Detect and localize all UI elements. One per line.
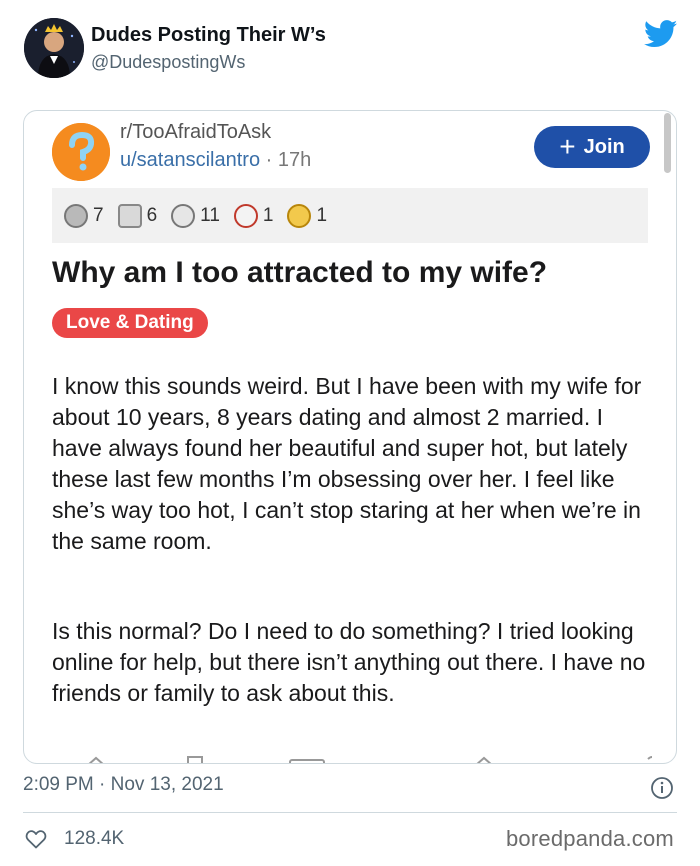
awards-bar[interactable]: 7 6 11 1 1 — [52, 188, 648, 243]
wholesome-award-icon — [171, 203, 196, 228]
avatar[interactable] — [24, 18, 84, 78]
post-body-paragraph: Is this normal? Do I need to do somethin… — [52, 618, 646, 706]
post-flair[interactable]: Love & Dating — [52, 308, 208, 338]
embedded-image[interactable]: r/TooAfraidToAsk u/satanscilantro · 17h … — [23, 110, 677, 764]
author-name[interactable]: Dudes Posting Their W’s — [91, 24, 326, 47]
action-bar-cropped — [88, 756, 652, 763]
like-count[interactable]: 128.4K — [64, 828, 124, 850]
award-count: 1 — [262, 204, 274, 226]
username-link[interactable]: u/satanscilantro — [120, 149, 260, 171]
author-handle[interactable]: @DudespostingWs — [91, 52, 245, 73]
reddit-post: r/TooAfraidToAsk u/satanscilantro · 17h … — [24, 111, 676, 763]
post-age: 17h — [277, 149, 312, 171]
award-item: 7 — [64, 203, 104, 228]
helpful-award-icon — [117, 203, 142, 228]
award-count: 1 — [316, 204, 328, 226]
info-icon[interactable] — [650, 776, 674, 800]
join-label: Join — [583, 135, 625, 158]
tweet-card: Dudes Posting Their W’s @DudespostingWs … — [0, 0, 700, 866]
subreddit-icon — [52, 123, 110, 181]
award-count: 11 — [200, 204, 220, 226]
post-title[interactable]: Why am I too attracted to my wife? — [52, 256, 547, 290]
award-count: 6 — [146, 204, 158, 226]
avatar-image — [24, 18, 84, 78]
heart-icon[interactable] — [24, 827, 48, 851]
subreddit-name[interactable]: r/TooAfraidToAsk — [120, 121, 271, 144]
award-item: 6 — [117, 203, 158, 228]
divider — [23, 812, 677, 813]
doggo-award-icon — [233, 203, 258, 228]
silver-award-icon — [64, 203, 88, 228]
plus-icon: + — [559, 131, 576, 162]
meta-separator: · — [265, 149, 273, 171]
award-item: 11 — [171, 203, 220, 228]
post-body-paragraph: I know this sounds weird. But I have bee… — [52, 373, 642, 554]
twitter-bird-icon[interactable] — [644, 20, 678, 48]
watermark-text: boredpanda.com — [506, 826, 674, 851]
award-count: 7 — [93, 204, 104, 226]
join-button[interactable]: + Join — [534, 126, 650, 168]
award-item: 1 — [233, 203, 274, 228]
post-meta: u/satanscilantro · 17h — [120, 149, 311, 172]
scrollbar-thumb[interactable] — [664, 113, 671, 173]
tweet-timestamp[interactable]: 2:09 PM · Nov 13, 2021 — [23, 774, 224, 796]
gold-award-icon — [287, 203, 312, 228]
award-item: 1 — [287, 203, 328, 228]
